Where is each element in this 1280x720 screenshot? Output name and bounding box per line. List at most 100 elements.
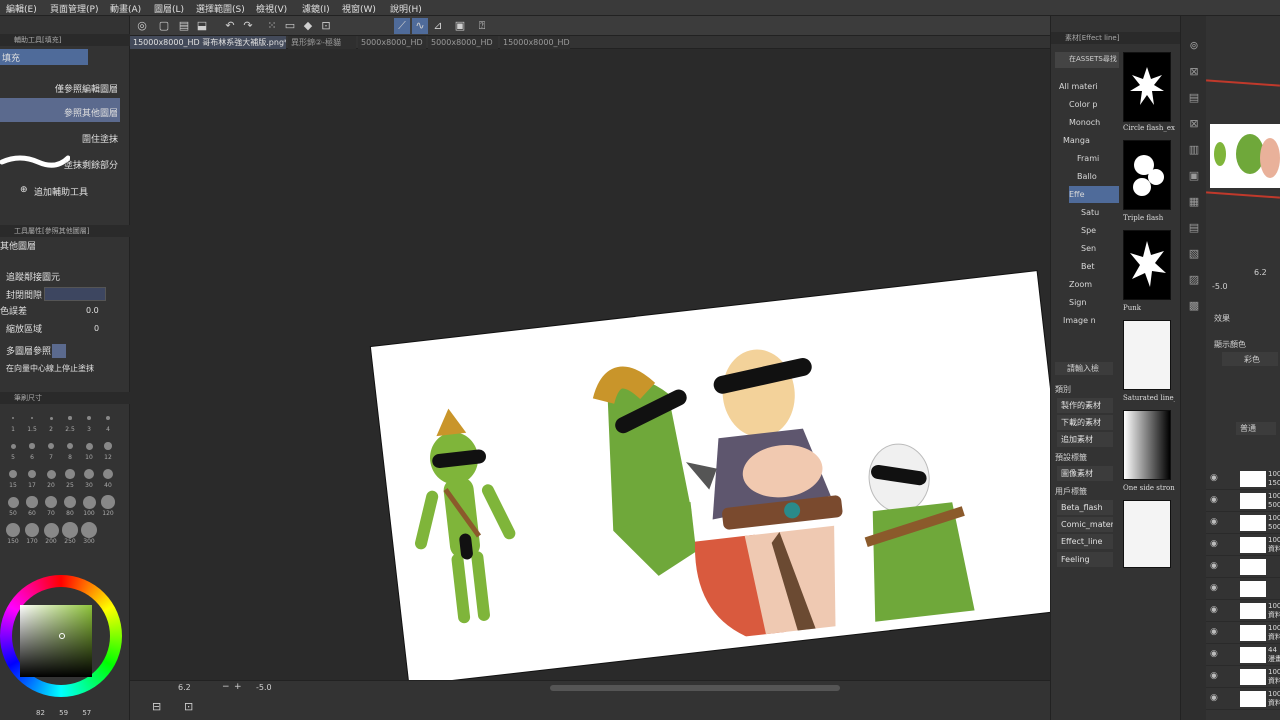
- dock-icon-10[interactable]: ▩: [1186, 298, 1202, 314]
- material-thumb-saturated-line[interactable]: [1123, 320, 1171, 390]
- menu-window[interactable]: 視窗(W): [342, 2, 376, 15]
- brush-size-cell[interactable]: 25: [61, 464, 79, 491]
- category-added[interactable]: 追加素材: [1057, 432, 1113, 447]
- layer-visibility-icon[interactable]: ◉: [1210, 583, 1218, 593]
- sub-tool-fill[interactable]: 填充: [0, 49, 88, 65]
- follow-adjacent-row[interactable]: 追蹤鄰接圖元: [0, 270, 122, 284]
- menu-edit[interactable]: 編輯(E): [6, 2, 37, 15]
- transform-icon[interactable]: ⊡: [318, 18, 334, 34]
- brush-size-cell[interactable]: 80: [61, 492, 79, 519]
- user-tag-beta-flash[interactable]: Beta_flash: [1057, 500, 1113, 515]
- user-tag-comic-material[interactable]: Comic_materi: [1057, 517, 1113, 532]
- close-gap-row[interactable]: 封閉間隙: [0, 286, 122, 302]
- brush-size-cell[interactable]: 300: [80, 520, 98, 547]
- color-margin-row[interactable]: 色誤差 0.0: [0, 304, 122, 318]
- material-tree-item[interactable]: Manga: [1063, 132, 1119, 149]
- layer-row[interactable]: ◉ 100 資料: [1206, 534, 1280, 556]
- material-thumb-burst[interactable]: [1123, 500, 1171, 568]
- material-thumb-one-side[interactable]: [1123, 410, 1171, 480]
- new-file-icon[interactable]: ▢: [156, 18, 172, 34]
- window-icon[interactable]: ▣: [452, 18, 468, 34]
- save-icon[interactable]: ⬓: [194, 18, 210, 34]
- layer-row[interactable]: ◉ 100 150: [1206, 468, 1280, 490]
- color-mode-select[interactable]: 彩色: [1222, 352, 1278, 366]
- material-tree-item[interactable]: Frami: [1077, 150, 1119, 167]
- brush-size-cell[interactable]: 15: [4, 464, 22, 491]
- brush-size-cell[interactable]: 4: [99, 408, 117, 435]
- layer-row[interactable]: ◉ 100 500: [1206, 490, 1280, 512]
- blend-mode-select[interactable]: 普通: [1236, 422, 1276, 435]
- canvas-icon[interactable]: ◎: [134, 18, 150, 34]
- brush-size-cell[interactable]: 10: [80, 436, 98, 463]
- zoom-value[interactable]: 6.2: [178, 683, 191, 692]
- material-tree-item[interactable]: Color p: [1069, 96, 1119, 113]
- layer-visibility-icon[interactable]: ◉: [1210, 517, 1218, 527]
- horizontal-scrollbar[interactable]: [550, 685, 840, 691]
- layer-row[interactable]: ◉ 100 500: [1206, 512, 1280, 534]
- menu-page[interactable]: 頁面管理(P): [50, 2, 98, 15]
- snap-grid-icon[interactable]: ⊿: [430, 18, 446, 34]
- material-thumb-punk[interactable]: [1123, 230, 1171, 300]
- navigator-preview[interactable]: [1210, 124, 1280, 188]
- nav-zoom-value[interactable]: 6.2: [1254, 268, 1267, 277]
- tab-document-1[interactable]: 15000x8000_HD 哥布林系強大補版.png*: [130, 36, 286, 49]
- brush-size-cell[interactable]: 50: [4, 492, 22, 519]
- layer-row[interactable]: ◉ 44 漫畫: [1206, 644, 1280, 666]
- color-wheel[interactable]: [0, 573, 126, 697]
- close-gap-selector[interactable]: [44, 287, 106, 301]
- user-tag-effect-line[interactable]: Effect_line: [1057, 534, 1113, 549]
- selection-icon[interactable]: ⁙: [264, 18, 280, 34]
- layer-visibility-icon[interactable]: ◉: [1210, 473, 1218, 483]
- brush-size-cell[interactable]: 12: [99, 436, 117, 463]
- material-tree-item[interactable]: Spe: [1081, 222, 1119, 239]
- menu-filter[interactable]: 濾鏡(I): [302, 2, 330, 15]
- dock-icon-9[interactable]: ▨: [1186, 272, 1202, 288]
- navigator-icon[interactable]: ⊟: [152, 700, 161, 713]
- menu-help[interactable]: 說明(H): [390, 2, 422, 15]
- dock-icon-4[interactable]: ▥: [1186, 142, 1202, 158]
- artboard[interactable]: [370, 271, 1076, 685]
- rotation-value[interactable]: -5.0: [256, 683, 272, 692]
- area-scaling-value[interactable]: 0: [94, 324, 99, 333]
- brush-size-cell[interactable]: 170: [23, 520, 41, 547]
- dock-icon-6[interactable]: ▦: [1186, 194, 1202, 210]
- snap-ruler-icon[interactable]: ⟋: [394, 18, 410, 34]
- brush-size-cell[interactable]: 3: [80, 408, 98, 435]
- keyword-input[interactable]: 請輸入檢: [1055, 362, 1113, 375]
- area-scaling-row[interactable]: 縮放區域 0: [0, 322, 122, 336]
- brush-size-cell[interactable]: 250: [61, 520, 79, 547]
- open-folder-icon[interactable]: ▤: [176, 18, 192, 34]
- multi-ref-row[interactable]: 多圖層參照: [0, 344, 122, 358]
- redo-icon[interactable]: ↷: [240, 18, 256, 34]
- layer-row[interactable]: ◉: [1206, 556, 1280, 578]
- layer-visibility-icon[interactable]: ◉: [1210, 495, 1218, 505]
- material-tree-item[interactable]: Satu: [1081, 204, 1119, 221]
- brush-size-cell[interactable]: 100: [80, 492, 98, 519]
- category-created[interactable]: 製作的素材: [1057, 398, 1113, 413]
- material-tree-item[interactable]: Sen: [1081, 240, 1119, 257]
- category-downloaded[interactable]: 下載的素材: [1057, 415, 1113, 430]
- brush-size-cell[interactable]: 200: [42, 520, 60, 547]
- dock-icon-2[interactable]: ▤: [1186, 90, 1202, 106]
- option-remaining[interactable]: 塗抹剩餘部分: [0, 152, 120, 172]
- brush-size-cell[interactable]: 60: [23, 492, 41, 519]
- zoom-out-icon[interactable]: −: [222, 682, 230, 692]
- brush-size-cell[interactable]: 7: [42, 436, 60, 463]
- material-tree-item[interactable]: Bet: [1081, 258, 1119, 275]
- clear-icon[interactable]: ▭: [282, 18, 298, 34]
- material-tree-item[interactable]: Zoom: [1069, 276, 1119, 293]
- tab-document-3[interactable]: 5000x8000_HD: [358, 36, 426, 49]
- brush-size-cell[interactable]: 1: [4, 408, 22, 435]
- stop-center-row[interactable]: 在向量中心線上停止塗抹: [0, 362, 122, 376]
- menu-selection[interactable]: 選擇範圍(S): [196, 2, 245, 15]
- layer-visibility-icon[interactable]: ◉: [1210, 671, 1218, 681]
- preset-tag-image[interactable]: 圖像素材: [1057, 466, 1113, 481]
- layer-visibility-icon[interactable]: ◉: [1210, 605, 1218, 615]
- ref-all-layers-icon[interactable]: [52, 344, 66, 358]
- brush-size-cell[interactable]: 70: [42, 492, 60, 519]
- material-thumb-circle-flash[interactable]: [1123, 52, 1171, 122]
- layer-visibility-icon[interactable]: ◉: [1210, 693, 1218, 703]
- material-tree-item[interactable]: Image n: [1063, 312, 1119, 329]
- brush-size-cell[interactable]: 120: [99, 492, 117, 519]
- color-margin-value[interactable]: 0.0: [86, 306, 99, 315]
